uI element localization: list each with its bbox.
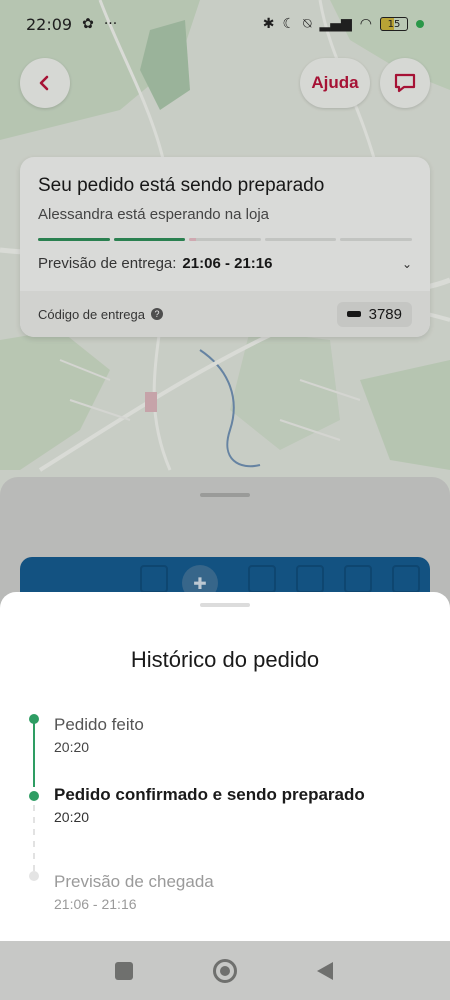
- timeline-item-time: 21:06 - 21:16: [54, 896, 137, 912]
- timeline-item-label: Pedido confirmado e sendo preparado: [54, 785, 365, 804]
- timeline-dot-done: [29, 714, 39, 724]
- order-history-sheet: Histórico do pedido Pedido feito 20:20 P…: [0, 592, 450, 941]
- timeline-item-label: Pedido feito: [54, 715, 144, 734]
- timeline-dot-pending: [29, 871, 39, 881]
- timeline-item: Previsão de chegada 21:06 - 21:16: [54, 872, 214, 912]
- timeline-line-complete: [33, 719, 35, 787]
- timeline-item-time: 20:20: [54, 809, 90, 825]
- timeline-item-time: 20:20: [54, 739, 90, 755]
- system-nav-bar: [0, 941, 450, 1000]
- timeline-dot-current: [29, 791, 39, 801]
- timeline-line-pending: [33, 805, 35, 875]
- home-icon[interactable]: [213, 959, 237, 983]
- nav-back-icon[interactable]: [317, 962, 333, 980]
- order-history-title: Histórico do pedido: [130, 647, 320, 672]
- timeline-item: Pedido confirmado e sendo preparado 20:2…: [54, 785, 365, 825]
- sheet-drag-handle[interactable]: [200, 603, 250, 607]
- timeline-item: Pedido feito 20:20: [54, 715, 144, 755]
- recent-apps-icon[interactable]: [115, 962, 133, 980]
- timeline-item-label: Previsão de chegada: [54, 872, 214, 891]
